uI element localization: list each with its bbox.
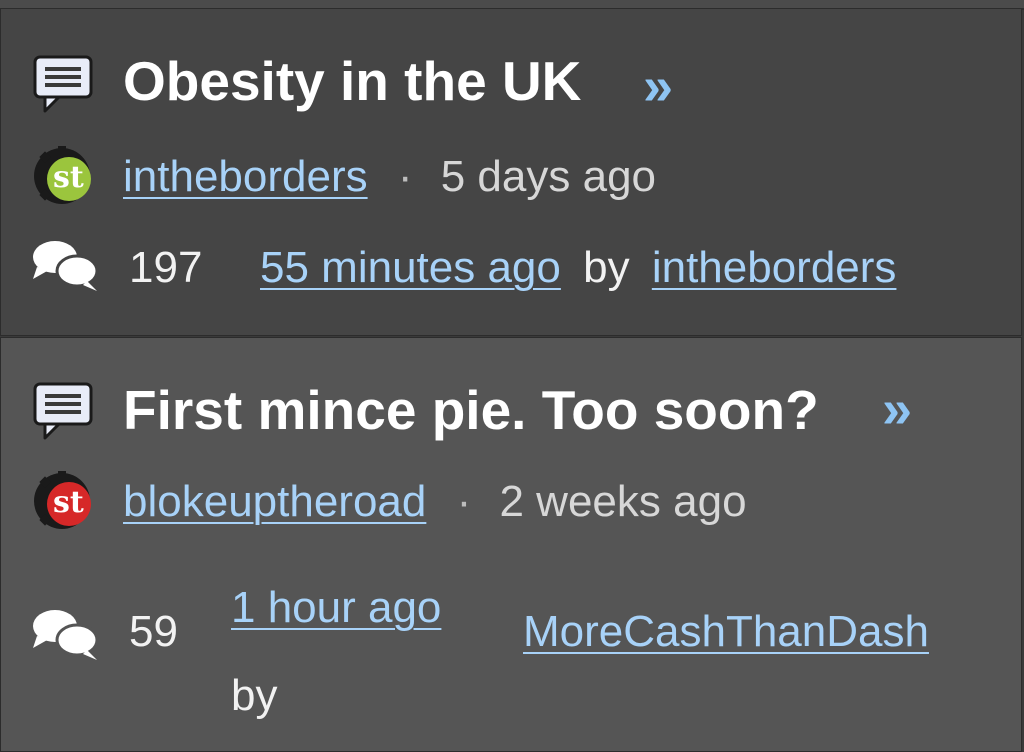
separator: · (397, 152, 413, 201)
author-link[interactable]: blokeuptheroad (123, 477, 426, 526)
thread-started-time: 2 weeks ago (499, 477, 747, 526)
jump-to-latest-icon[interactable]: » (643, 59, 673, 113)
discussion-thread-icon (33, 382, 93, 440)
last-poster-link[interactable]: MoreCashThanDash (523, 607, 929, 656)
thread-list: Obesity in the UK » st intheborders · 5 … (0, 0, 1024, 752)
thread-item[interactable]: First mince pie. Too soon? » st blokeupt… (0, 337, 1022, 752)
last-poster-link[interactable]: intheborders (652, 243, 897, 292)
replies-bubbles-icon (33, 610, 99, 660)
svg-text:st: st (53, 160, 84, 195)
last-post-info: 1 hour ago by (231, 564, 491, 740)
thread-item[interactable]: Obesity in the UK » st intheborders · 5 … (0, 8, 1022, 336)
reply-count: 197 (129, 243, 203, 292)
last-poster-container: MoreCashThanDash (523, 606, 929, 658)
author-link[interactable]: intheborders (123, 152, 368, 201)
thread-started-time: 5 days ago (440, 152, 657, 201)
discussion-thread-icon (33, 55, 93, 113)
replies-bubbles-icon (33, 241, 99, 291)
last-post-link[interactable]: 55 minutes ago (260, 243, 561, 292)
by-label: by (583, 243, 630, 292)
thread-title[interactable]: Obesity in the UK (123, 49, 581, 113)
user-avatar-icon[interactable]: st (31, 145, 93, 207)
user-avatar-icon[interactable]: st (31, 470, 93, 532)
last-post-info: 55 minutes ago by intheborders (260, 242, 896, 294)
thread-meta: blokeuptheroad · 2 weeks ago (123, 476, 747, 528)
by-label: by (231, 671, 278, 720)
separator: · (456, 477, 472, 526)
svg-text:st: st (53, 485, 84, 520)
jump-to-latest-icon[interactable]: » (882, 382, 912, 436)
reply-count: 59 (129, 607, 178, 656)
thread-meta: intheborders · 5 days ago (123, 151, 656, 203)
last-post-link[interactable]: 1 hour ago (231, 583, 441, 632)
thread-title[interactable]: First mince pie. Too soon? (123, 378, 819, 442)
